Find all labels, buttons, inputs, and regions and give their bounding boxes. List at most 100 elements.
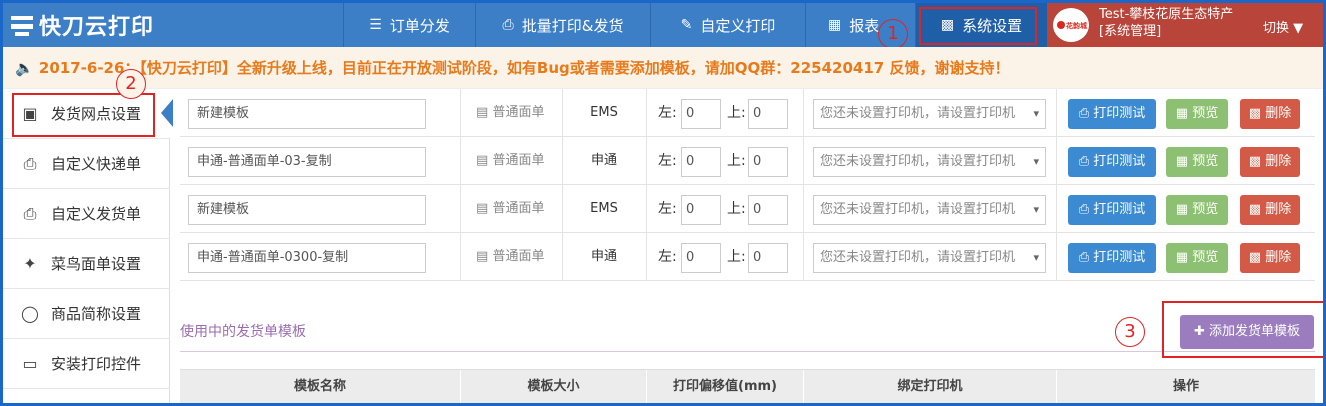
image-icon: ▦ <box>1175 250 1189 265</box>
template-name-input[interactable]: 申通-普通面单-03-复制 <box>188 147 426 177</box>
sidebar-item-install-plugin[interactable]: ▭ 安装打印控件 <box>3 339 170 389</box>
switch-account-button[interactable]: 切换 ▼ <box>1263 17 1303 36</box>
print-test-button[interactable]: ⎙ 打印测试 <box>1068 147 1156 177</box>
template-size: ▤ 普通面单 <box>476 153 545 168</box>
layers-icon: ☰ <box>369 17 382 33</box>
printer-icon: ⎙ <box>23 153 37 173</box>
app-title: 快刀云打印 <box>39 15 155 40</box>
top-navbar: 快刀云打印 ☰ 订单分发 ⎙ 批量打印&发货 ✎ 自定义打印 ▦ 报表 ▩ 系统设置 花韵… <box>3 3 1323 47</box>
print-test-button[interactable]: ⎙ 打印测试 <box>1068 195 1156 225</box>
preview-button[interactable]: ▦ 预览 <box>1166 243 1228 273</box>
user-role: [系统管理] <box>1099 24 1162 39</box>
sidebar-item-label: 安装打印控件 <box>51 355 142 373</box>
delete-button[interactable]: ▩ 删除 <box>1240 243 1300 273</box>
column-header: 绑定打印机 <box>803 370 1056 403</box>
template-size: ▤ 普通面单 <box>476 105 545 120</box>
printer-logo-icon <box>11 16 33 36</box>
delete-button[interactable]: ▩ 删除 <box>1240 147 1300 177</box>
announcement-banner: 🔈 2017-6-26：【快刀云打印】全新升级上线，目前正在开放测试阶段，如有B… <box>3 47 1323 89</box>
announcement-text: 2017-6-26：【快刀云打印】全新升级上线，目前正在开放测试阶段，如有Bug… <box>38 59 1010 77</box>
column-header: 打印偏移值(mm) <box>646 370 803 403</box>
nav-label: 自定义打印 <box>700 16 776 35</box>
offset-left-input[interactable]: 0 <box>681 147 721 177</box>
doc-icon: ▤ <box>476 249 489 264</box>
courier-name: EMS <box>590 105 618 120</box>
main-content: 新建模板 ▤ 普通面单 EMS 左: 0 上: 0 您还未设置打印机，请设置打印… <box>180 89 1315 403</box>
offset-top-input[interactable]: 0 <box>748 195 788 225</box>
monitor-download-icon: ▭ <box>22 353 38 373</box>
user-name: Test-攀枝花原生态特产 <box>1099 7 1234 22</box>
print-doc-icon: ⎙ <box>23 203 37 223</box>
chat-bubble-icon: ◯ <box>21 303 39 323</box>
section-divider <box>180 351 1315 352</box>
user-info: Test-攀枝花原生态特产 [系统管理] <box>1099 6 1233 40</box>
offset-left-label: 左: <box>658 105 677 121</box>
sidebar-item-cainiao[interactable]: ✦ 菜鸟面单设置 <box>3 239 170 289</box>
template-row: 新建模板 ▤ 普通面单 EMS 左: 0 上: 0 您还未设置打印机，请设置打印… <box>180 89 1315 137</box>
highlight-box-3 <box>1162 301 1323 358</box>
doc-icon: ▤ <box>476 153 489 168</box>
template-row: 申通-普通面单-03-复制 ▤ 普通面单 申通 左: 0 上: 0 您还未设置打… <box>180 137 1315 185</box>
printer-icon: ⎙ <box>1078 154 1090 169</box>
sidebar-item-label: 自定义发货单 <box>51 205 142 223</box>
printer-select[interactable]: 您还未设置打印机，请设置打印机 <box>813 195 1046 225</box>
print-test-button[interactable]: ⎙ 打印测试 <box>1068 243 1156 273</box>
avatar: 花韵城 <box>1053 8 1089 42</box>
table-header: 模板名称 模板大小 打印偏移值(mm) 绑定打印机 操作 <box>180 369 1315 403</box>
nav-label: 批量打印&发货 <box>521 16 624 35</box>
sidebar-item-custom-invoice[interactable]: ⎙ 自定义发货单 <box>3 189 170 239</box>
trash-icon: ▩ <box>1248 250 1262 265</box>
offset-top-label: 上: <box>727 201 746 217</box>
offset-top-input[interactable]: 0 <box>748 243 788 273</box>
image-icon: ▦ <box>1175 154 1189 169</box>
trash-icon: ▩ <box>1248 202 1262 217</box>
nav-label: 报表 <box>849 16 880 35</box>
printer-select[interactable]: 您还未设置打印机，请设置打印机 <box>813 147 1046 177</box>
printer-icon: ⎙ <box>502 17 514 33</box>
bird-icon: ✦ <box>23 253 37 273</box>
image-icon: ▦ <box>1175 202 1189 217</box>
template-size: ▤ 普通面单 <box>476 201 545 216</box>
offset-left-label: 左: <box>658 153 677 169</box>
template-name-input[interactable]: 申通-普通面单-0300-复制 <box>188 243 426 273</box>
template-name-input[interactable]: 新建模板 <box>188 195 426 225</box>
sidebar-item-product-alias[interactable]: ◯ 商品简称设置 <box>3 289 170 339</box>
offset-left-input[interactable]: 0 <box>681 99 721 129</box>
calendar-icon: ▦ <box>828 17 842 33</box>
speaker-icon: 🔈 <box>15 59 34 77</box>
offset-top-input[interactable]: 0 <box>748 99 788 129</box>
print-test-button[interactable]: ⎙ 打印测试 <box>1068 99 1156 129</box>
printer-select[interactable]: 您还未设置打印机，请设置打印机 <box>813 243 1046 273</box>
nav-label: 订单分发 <box>389 16 450 35</box>
highlight-box-2 <box>12 93 155 137</box>
offset-top-input[interactable]: 0 <box>748 147 788 177</box>
nav-custom-print[interactable]: ✎ 自定义打印 <box>650 3 805 47</box>
printer-icon: ⎙ <box>1078 202 1090 217</box>
pencil-icon: ✎ <box>680 17 693 33</box>
offset-top-label: 上: <box>727 105 746 121</box>
printer-icon: ⎙ <box>1078 106 1090 121</box>
user-menu[interactable]: 花韵城 Test-攀枝花原生态特产 [系统管理] 切换 ▼ <box>1047 3 1323 47</box>
preview-button[interactable]: ▦ 预览 <box>1166 195 1228 225</box>
courier-name: 申通 <box>590 249 617 264</box>
column-header: 模板名称 <box>293 379 346 394</box>
app-logo[interactable]: 快刀云打印 <box>11 9 154 41</box>
delete-button[interactable]: ▩ 删除 <box>1240 99 1300 129</box>
template-size: ▤ 普通面单 <box>476 249 545 264</box>
active-indicator <box>161 99 173 127</box>
template-name-input[interactable]: 新建模板 <box>188 99 426 129</box>
nav-order-dispatch[interactable]: ☰ 订单分发 <box>343 3 475 47</box>
offset-top-label: 上: <box>727 249 746 265</box>
template-row: 新建模板 ▤ 普通面单 EMS 左: 0 上: 0 您还未设置打印机，请设置打印… <box>180 185 1315 233</box>
nav-batch-print[interactable]: ⎙ 批量打印&发货 <box>475 3 650 47</box>
preview-button[interactable]: ▦ 预览 <box>1166 147 1228 177</box>
printer-select[interactable]: 您还未设置打印机，请设置打印机 <box>813 99 1046 129</box>
doc-icon: ▤ <box>476 201 489 216</box>
offset-left-input[interactable]: 0 <box>681 243 721 273</box>
offset-left-input[interactable]: 0 <box>681 195 721 225</box>
annotation-number-1: 1 <box>878 19 908 49</box>
sidebar-item-custom-express[interactable]: ⎙ 自定义快递单 <box>3 139 170 189</box>
delete-button[interactable]: ▩ 删除 <box>1240 195 1300 225</box>
offset-left-label: 左: <box>658 249 677 265</box>
preview-button[interactable]: ▦ 预览 <box>1166 99 1228 129</box>
